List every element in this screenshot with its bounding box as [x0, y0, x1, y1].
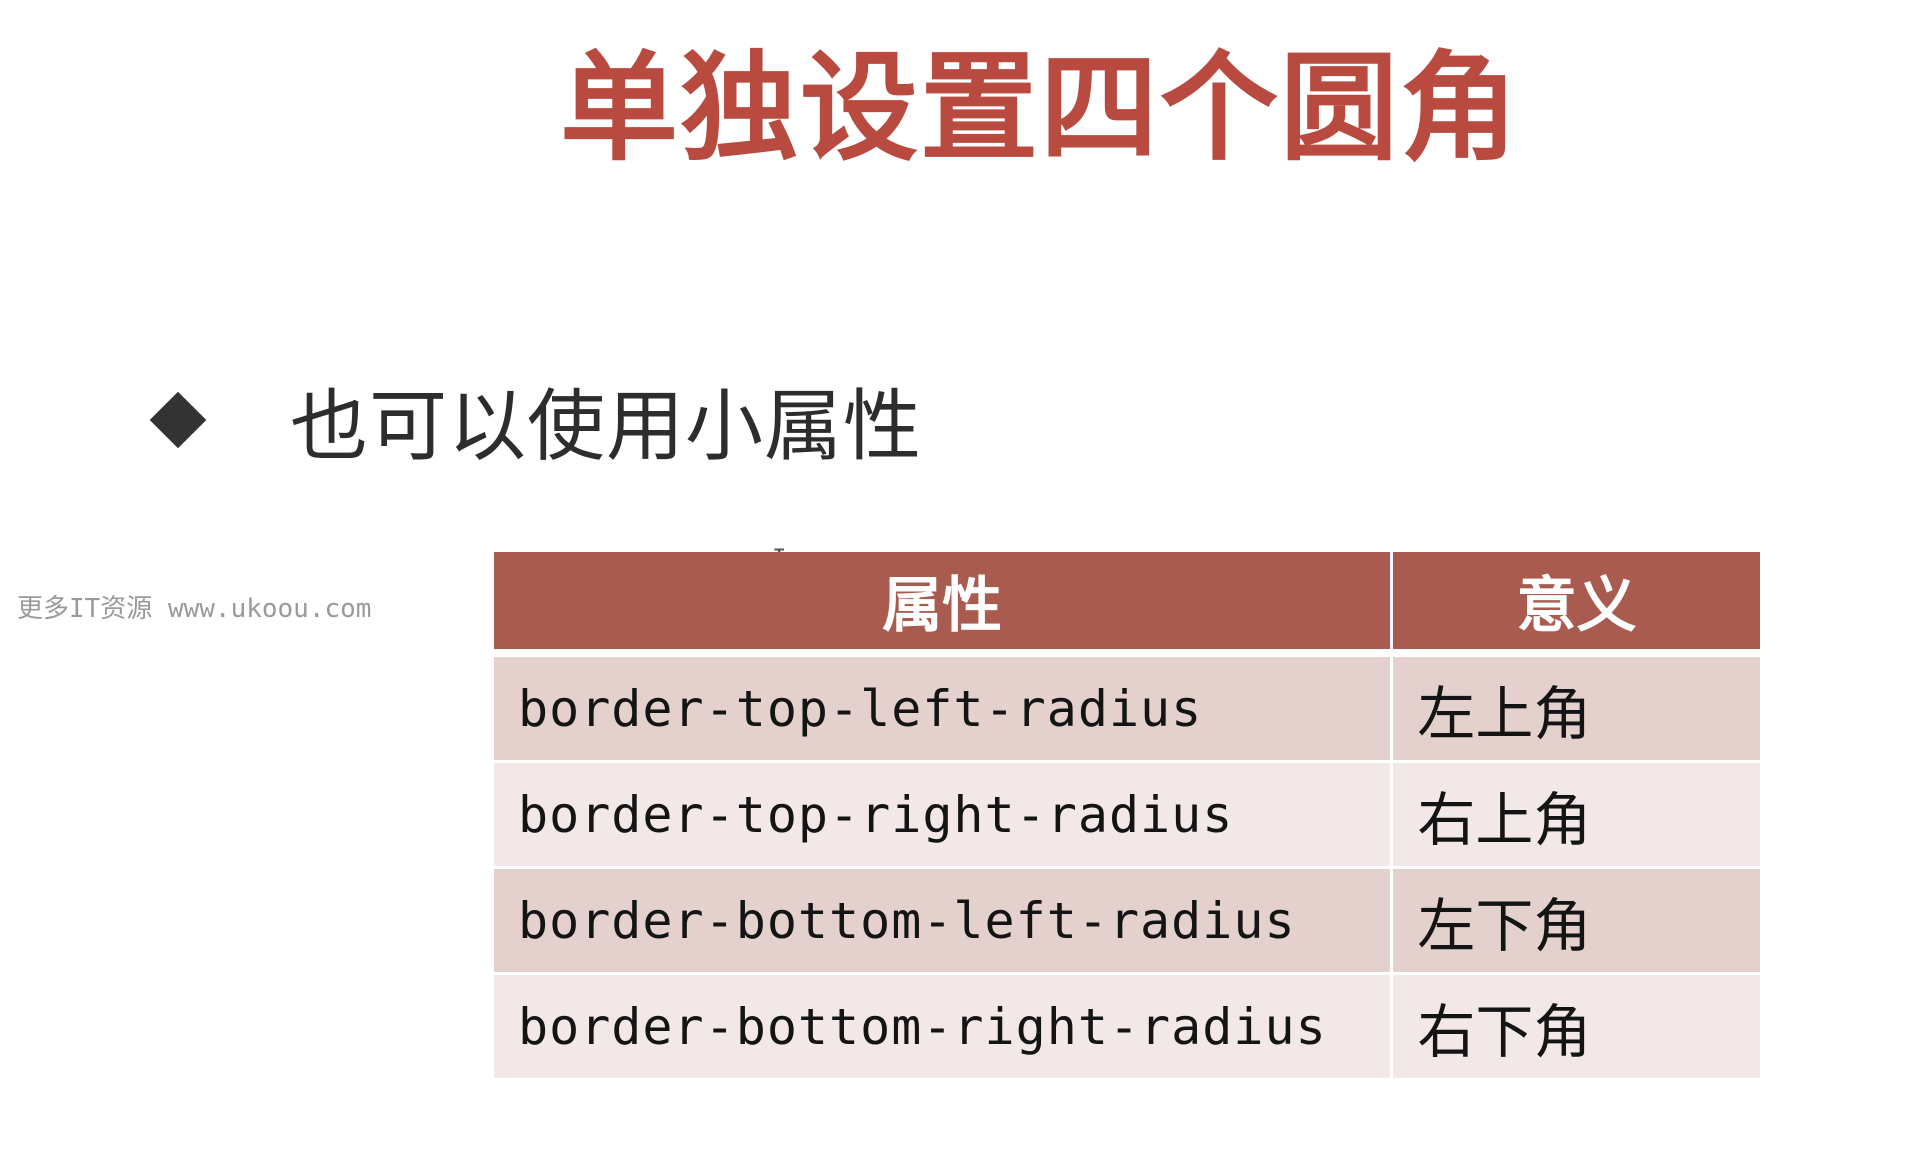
- properties-table: 属性 意义 border-top-left-radius 左上角 border-…: [491, 549, 1763, 1081]
- meaning-cell: 右上角: [1393, 763, 1760, 866]
- table-row: border-bottom-right-radius 右下角: [494, 975, 1760, 1078]
- table-row: border-top-right-radius 右上角: [494, 763, 1760, 866]
- table-header-row: 属性 意义: [494, 552, 1760, 654]
- meaning-cell: 左下角: [1393, 869, 1760, 972]
- header-property: 属性: [494, 552, 1391, 654]
- watermark-text: 更多IT资源 www.ukoou.com: [17, 594, 372, 624]
- property-cell: border-bottom-left-radius: [494, 869, 1391, 972]
- meaning-cell: 右下角: [1393, 975, 1760, 1078]
- bullet-point: 也可以使用小属性: [149, 365, 923, 475]
- header-meaning: 意义: [1393, 552, 1760, 654]
- property-cell: border-bottom-right-radius: [494, 975, 1391, 1078]
- property-cell: border-top-right-radius: [494, 763, 1391, 866]
- table-row: border-bottom-left-radius 左下角: [494, 869, 1760, 972]
- slide-title: 单独设置四个圆角: [560, 39, 1521, 177]
- property-cell: border-top-left-radius: [494, 657, 1391, 760]
- table-row: border-top-left-radius 左上角: [494, 657, 1760, 760]
- bullet-text: 也可以使用小属性: [290, 382, 923, 472]
- diamond-bullet-icon: [149, 391, 207, 449]
- meaning-cell: 左上角: [1393, 657, 1760, 760]
